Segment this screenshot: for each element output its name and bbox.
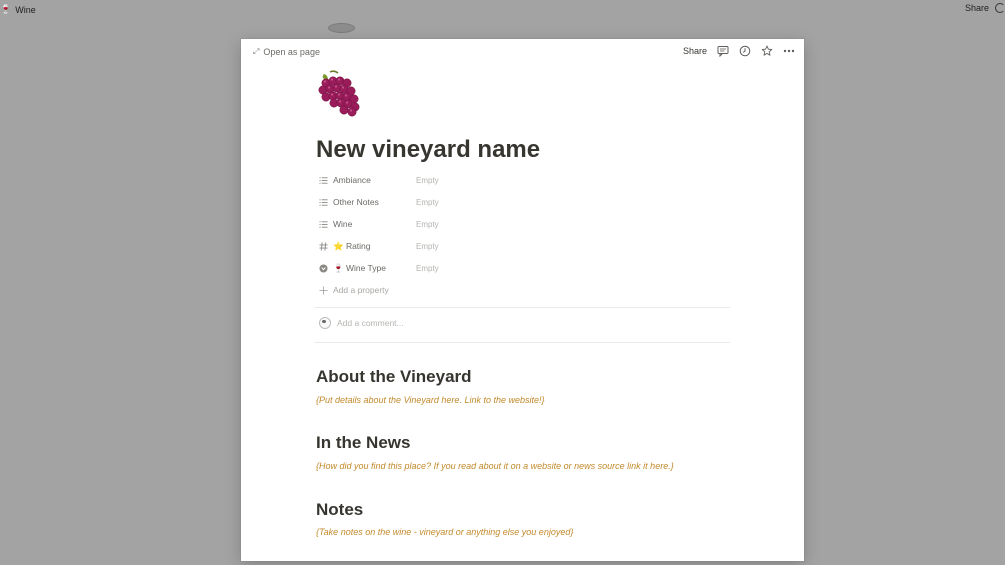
comments-icon[interactable] bbox=[717, 45, 729, 57]
page-modal: ⤢ Open as page Share New vineyard name A… bbox=[241, 39, 804, 561]
open-as-page-button[interactable]: ⤢ Open as page bbox=[253, 47, 320, 57]
in-the-news-note[interactable]: {How did you find this place? If you rea… bbox=[316, 461, 674, 471]
about-vineyard-note[interactable]: {Put details about the Vineyard here. Li… bbox=[316, 395, 545, 405]
grapes-icon[interactable] bbox=[316, 69, 364, 117]
drag-handle[interactable] bbox=[328, 23, 355, 33]
property-name: 🍷 Wine Type bbox=[333, 262, 386, 273]
property-rating[interactable]: ⭐ Rating Empty bbox=[316, 237, 730, 255]
updates-clock-icon[interactable] bbox=[739, 45, 751, 57]
heading-in-the-news[interactable]: In the News bbox=[316, 433, 410, 453]
header-actions: Share bbox=[683, 45, 795, 57]
avatar bbox=[319, 317, 331, 329]
share-button[interactable]: Share bbox=[683, 46, 707, 56]
property-value[interactable]: Empty bbox=[416, 198, 439, 207]
notes-note[interactable]: {Take notes on the wine - vineyard or an… bbox=[316, 527, 573, 537]
comment-input[interactable]: Add a comment... bbox=[316, 317, 404, 329]
expand-icon: ⤢ bbox=[253, 47, 260, 56]
plus-icon bbox=[318, 285, 328, 295]
divider bbox=[314, 342, 730, 343]
heading-about-vineyard[interactable]: About the Vineyard bbox=[316, 367, 472, 387]
property-name: ⭐ Rating bbox=[333, 240, 371, 251]
favorite-star-icon[interactable] bbox=[761, 45, 773, 57]
property-name: Ambiance bbox=[333, 175, 371, 185]
number-hash-icon bbox=[318, 241, 328, 251]
modal-header: ⤢ Open as page Share bbox=[241, 39, 804, 65]
property-value[interactable]: Empty bbox=[416, 264, 439, 273]
property-name: Other Notes bbox=[333, 197, 379, 207]
list-icon bbox=[318, 175, 328, 185]
more-options-icon[interactable] bbox=[783, 45, 795, 57]
property-value[interactable]: Empty bbox=[416, 220, 439, 229]
property-wine-type[interactable]: 🍷 Wine Type Empty bbox=[316, 259, 730, 277]
property-value[interactable]: Empty bbox=[416, 242, 439, 251]
background-app-title: Wine bbox=[15, 4, 36, 15]
comment-placeholder: Add a comment... bbox=[337, 318, 404, 328]
property-name: Wine bbox=[333, 219, 353, 229]
property-other-notes[interactable]: Other Notes Empty bbox=[316, 193, 730, 211]
list-icon bbox=[318, 197, 328, 207]
add-property-label: Add a property bbox=[333, 285, 389, 295]
property-value[interactable]: Empty bbox=[416, 176, 439, 185]
open-as-page-label: Open as page bbox=[263, 47, 320, 57]
list-icon bbox=[318, 219, 328, 229]
wine-glass-icon: 🍷 bbox=[0, 4, 12, 14]
background-topbar: 🍷 Wine Share bbox=[0, 0, 1005, 20]
heading-notes[interactable]: Notes bbox=[316, 500, 363, 520]
background-breadcrumb[interactable]: 🍷 Wine bbox=[0, 4, 36, 15]
property-wine[interactable]: Wine Empty bbox=[316, 215, 730, 233]
property-ambiance[interactable]: Ambiance Empty bbox=[316, 171, 730, 189]
comment-icon[interactable] bbox=[995, 3, 1005, 13]
select-icon bbox=[318, 263, 328, 273]
divider bbox=[314, 307, 730, 308]
page-title[interactable]: New vineyard name bbox=[316, 136, 540, 164]
add-property-button[interactable]: Add a property bbox=[316, 281, 730, 299]
background-actions: Share bbox=[965, 3, 1005, 13]
background-share-button[interactable]: Share bbox=[965, 3, 989, 13]
